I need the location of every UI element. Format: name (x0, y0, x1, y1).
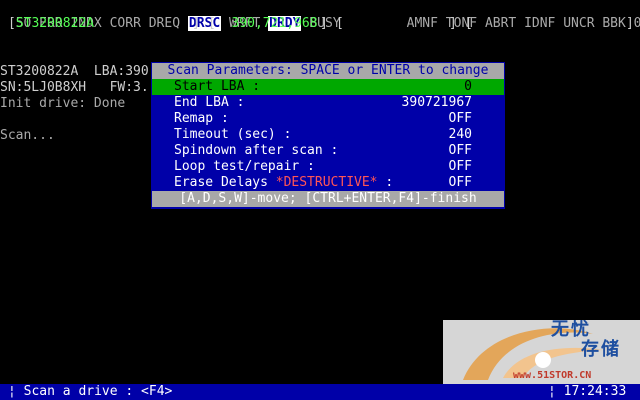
extra-field-close: ] (449, 16, 457, 31)
dialog-title: Scan Parameters: SPACE or ENTER to chang… (152, 63, 504, 79)
param-label: Timeout (sec) : (174, 127, 292, 142)
lba-value: 390,721,968 (231, 16, 318, 31)
param-start-lba[interactable]: Start LBA : 0 (152, 79, 504, 95)
lba-field: [ 390,721,968 (208, 16, 318, 31)
dialog-footer-hint: [A,D,S,W]-move; [CTRL+ENTER,F4]-finish (152, 191, 504, 207)
param-value: OFF (448, 175, 472, 190)
param-remap[interactable]: Remap : OFF (152, 111, 504, 127)
scan-drive-hint[interactable]: ¦ Scan a drive : <F4> (8, 384, 172, 400)
flag-abrt: ABRT (484, 16, 517, 31)
param-spindown[interactable]: Spindown after scan : OFF (152, 143, 504, 159)
param-label: End LBA : (174, 95, 245, 110)
param-label: Loop test/repair : (174, 159, 315, 174)
destructive-warning: *DESTRUCTIVE* (275, 175, 378, 190)
watermark-logo: 无忧 存储 www.51STOR.CN (443, 320, 640, 384)
scan-status: Scan... (0, 128, 55, 143)
extra-field2-close: ] (626, 16, 634, 31)
param-erase-delays[interactable]: Erase Delays *DESTRUCTIVE* : OFF (152, 175, 504, 191)
param-value: 240 (448, 127, 472, 142)
flag-bbk: BBK (602, 16, 626, 31)
drive-model-field: [ST3200822A (8, 16, 95, 31)
drive-model-line: ST3200822A LBA:390 (0, 64, 149, 79)
param-label: Spindown after scan : (174, 143, 339, 158)
param-label: Remap : (174, 111, 229, 126)
register-flags-right: AMNF TONF ABRT IDNF UNCR BBK 00 (391, 0, 640, 32)
param-value: OFF (448, 111, 472, 126)
param-value: 390721967 (401, 95, 472, 110)
param-value: 0 (464, 79, 472, 94)
param-value: OFF (448, 159, 472, 174)
param-loop-test[interactable]: Loop test/repair : OFF (152, 159, 504, 175)
clock: ¦ 17:24:33 (548, 384, 627, 399)
drive-serial-line: SN:5LJ0B8XH FW:3. (0, 80, 149, 95)
status-bar: ¦ Scan a drive : <F4> ¦ 17:24:33 (0, 384, 640, 400)
param-value: OFF (448, 143, 472, 158)
scan-parameters-dialog: Scan Parameters: SPACE or ENTER to chang… (152, 63, 504, 208)
extra-field-open: [ (336, 16, 344, 31)
flag-corr: CORR (109, 16, 141, 31)
extra-field2-open: [ (465, 16, 473, 31)
param-timeout[interactable]: Timeout (sec) : 240 (152, 127, 504, 143)
flag-idnf: IDNF (524, 16, 556, 31)
flag-dreq: DREQ (148, 16, 181, 31)
param-end-lba[interactable]: End LBA : 390721967 (152, 95, 504, 111)
flag-amnf: AMNF (406, 16, 438, 31)
param-label: Start LBA : (174, 79, 261, 94)
watermark-text-1: 无忧 (551, 320, 591, 340)
watermark-text-2: 存储 (581, 339, 621, 360)
drive-model-value: ST3200822A (15, 16, 95, 31)
param-label: Erase Delays *DESTRUCTIVE* : (174, 175, 394, 190)
flag-00: 00 (633, 16, 640, 31)
flag-uncr: UNCR (563, 16, 595, 31)
lba-field-close: ] (320, 16, 328, 31)
drive-model-field-close: ] (192, 16, 200, 31)
watermark-url: www.51STOR.CN (513, 370, 592, 381)
init-drive-status: Init drive: Done (0, 96, 126, 111)
